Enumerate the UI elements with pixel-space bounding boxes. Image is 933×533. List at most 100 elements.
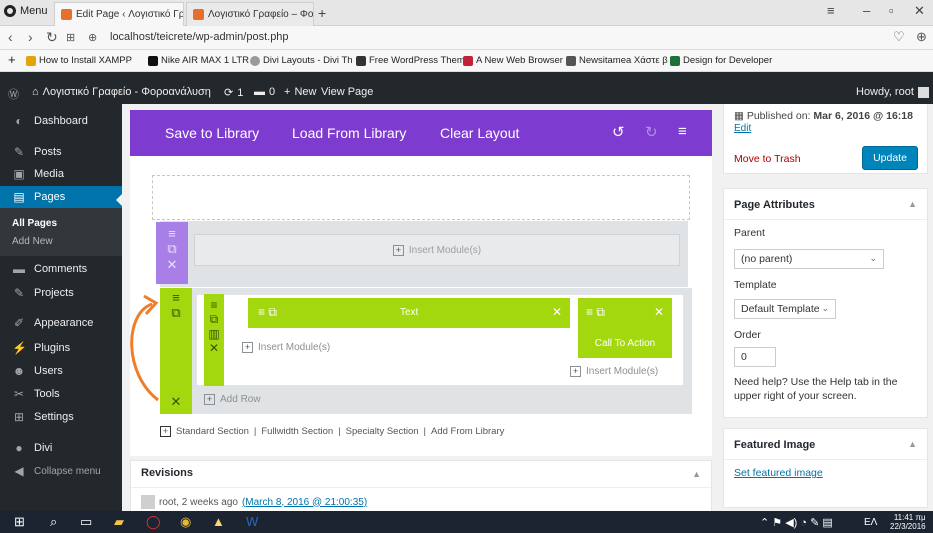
parent-select[interactable]: (no parent) ⌄ <box>734 249 884 269</box>
sidebar-item-dashboard[interactable]: ◐ Dashboard <box>0 110 122 132</box>
collapse-caret-icon[interactable]: ▲ <box>908 439 917 449</box>
window-close-icon[interactable]: ✕ <box>914 3 925 19</box>
sidebar-item-plugins[interactable]: ⚡ Plugins <box>0 337 122 359</box>
bookmark-favicon-icon <box>250 55 260 66</box>
comments-count: 0 <box>269 86 276 98</box>
menu-icon[interactable]: ≡ <box>156 226 188 241</box>
add-from-library-link[interactable]: Add From Library <box>431 426 504 437</box>
delete-icon[interactable]: ✕ <box>204 341 224 355</box>
menu-icon[interactable]: ≡ <box>204 298 224 312</box>
reload-icon[interactable]: ↻ <box>46 29 58 46</box>
sidebar-item-tools[interactable]: ✂ Tools <box>0 383 122 405</box>
sidebar-item-pages[interactable]: ▤ Pages <box>0 186 122 208</box>
order-input[interactable]: 0 <box>734 347 776 367</box>
chrome-icon[interactable]: ◉ <box>180 514 191 530</box>
language-indicator[interactable]: ΕΛ <box>864 517 877 528</box>
text-module[interactable]: ≡ ⧉ Text ✕ <box>248 298 570 328</box>
back-icon[interactable]: ‹ <box>8 29 13 45</box>
revision-link[interactable]: (March 8, 2016 @ 21:00:35) <box>242 497 367 508</box>
word-icon[interactable]: W <box>246 514 258 529</box>
site-name-link[interactable]: ⌂ Λογιστικό Γραφείο - Φοροανάλυση <box>32 86 211 98</box>
bookmark-item[interactable]: A New Web Browser <box>463 55 563 66</box>
browser-menu-button[interactable]: Menu <box>4 5 48 17</box>
sidebar-item-label: Posts <box>34 146 62 158</box>
task-view-icon[interactable]: ▭ <box>80 514 92 530</box>
download-icon[interactable]: ⊕ <box>916 29 927 45</box>
insert-module-button[interactable]: + Insert Module(s) <box>570 366 658 377</box>
sidebar-item-appearance[interactable]: ✐ Appearance <box>0 312 122 334</box>
updates-link[interactable]: ⟳ 1 <box>224 86 243 100</box>
folder-icon[interactable]: ▲ <box>212 514 225 529</box>
move-to-trash-link[interactable]: Move to Trash <box>734 153 801 165</box>
sidebar-item-users[interactable]: ☻ Users <box>0 360 122 382</box>
history-icon[interactable]: ≡ <box>678 123 687 140</box>
sidebar-item-comments[interactable]: ▬ Comments <box>0 258 122 280</box>
specialty-section-link[interactable]: Specialty Section <box>346 426 419 437</box>
update-button[interactable]: Update <box>862 146 918 170</box>
insert-module-button[interactable]: + Insert Module(s) <box>242 342 330 353</box>
redo-icon[interactable]: ↻ <box>645 123 658 141</box>
sidebar-item-label: Collapse menu <box>34 465 101 477</box>
delete-icon[interactable]: ✕ <box>654 305 664 319</box>
maximize-icon[interactable]: ▫ <box>889 3 894 18</box>
undo-icon[interactable]: ↺ <box>612 123 625 141</box>
standard-section-link[interactable]: Standard Section <box>176 426 249 437</box>
save-to-library-button[interactable]: Save to Library <box>165 125 259 141</box>
speed-dial-icon[interactable]: ⊞ <box>66 31 75 44</box>
opera-icon[interactable]: ◯ <box>146 514 161 530</box>
clock[interactable]: 11:41 πμ 22/3/2016 <box>890 513 926 531</box>
minimize-icon[interactable]: – <box>863 3 870 18</box>
sidebar-item-divi[interactable]: ● Divi <box>0 437 122 459</box>
bookmark-item[interactable]: How to Install XAMPP <box>26 55 132 66</box>
search-icon[interactable]: ⌕ <box>50 514 57 530</box>
heart-icon[interactable]: ♡ <box>893 29 905 45</box>
row-settings-bar[interactable]: ≡ ⧉ ▥ ✕ <box>204 294 224 386</box>
call-to-action-module[interactable]: ≡ ⧉ ✕ Call To Action <box>578 298 672 358</box>
delete-icon[interactable]: ✕ <box>552 305 562 319</box>
bookmark-item[interactable]: Divi Layouts - Divi Th <box>250 55 353 66</box>
copy-icon[interactable]: ⧉ <box>156 241 188 257</box>
sidebar-item-posts[interactable]: ✎ Posts <box>0 141 122 163</box>
delete-icon[interactable]: ✕ <box>156 257 188 273</box>
template-select[interactable]: Default Template ⌄ <box>734 299 836 319</box>
bookmark-item[interactable]: Design for Developer <box>670 55 772 66</box>
clear-layout-button[interactable]: Clear Layout <box>440 125 519 141</box>
bookmark-item[interactable]: Free WordPress Them <box>356 55 465 66</box>
sidebar-item-settings[interactable]: ⊞ Settings <box>0 406 122 428</box>
tab-edit-page[interactable]: Edit Page ‹ Λογιστικό Γραφ... ✕ <box>54 2 184 26</box>
set-featured-image-link[interactable]: Set featured image <box>734 467 823 479</box>
system-tray-icons[interactable]: ⌃ ⚑ ◀) ◔ ✎ ▤ <box>760 516 833 529</box>
address-bar[interactable]: localhost/teicrete/wp-admin/post.php <box>104 29 884 47</box>
tab-site-preview[interactable]: Λογιστικό Γραφείο – Φορο... ✕ <box>186 2 314 26</box>
collapse-menu-button[interactable]: ◀ Collapse menu <box>0 460 122 482</box>
view-page-link[interactable]: View Page <box>321 86 373 98</box>
howdy-user-menu[interactable]: Howdy, root <box>856 86 929 98</box>
file-explorer-icon[interactable]: ▰ <box>114 514 124 530</box>
sidebar-subitem-add-new[interactable]: Add New <box>12 236 53 247</box>
edit-date-link[interactable]: Edit <box>734 123 751 134</box>
menu-icon[interactable]: ≡ ⧉ <box>586 305 605 320</box>
new-content-link[interactable]: + New <box>284 86 316 98</box>
fullwidth-section-link[interactable]: Fullwidth Section <box>261 426 333 437</box>
load-from-library-button[interactable]: Load From Library <box>292 125 406 141</box>
chevron-down-icon: ⌄ <box>821 303 829 313</box>
windows-start-icon[interactable]: ⊞ <box>14 514 25 530</box>
collapse-caret-icon[interactable]: ▲ <box>908 199 917 209</box>
add-row-button[interactable]: + Add Row <box>204 394 261 405</box>
columns-icon[interactable]: ▥ <box>204 327 224 341</box>
bookmark-item[interactable]: Nike AIR MAX 1 LTR <box>148 55 249 66</box>
sidebar-item-projects[interactable]: ✎ Projects <box>0 282 122 304</box>
comments-link[interactable]: ▬ 0 <box>254 86 275 98</box>
forward-icon[interactable]: › <box>28 29 33 45</box>
wordpress-logo-icon[interactable]: Ⓦ <box>8 86 19 102</box>
sidebar-subitem-all-pages[interactable]: All Pages <box>12 218 57 229</box>
copy-icon[interactable]: ⧉ <box>204 312 224 327</box>
new-tab-icon[interactable]: + <box>318 5 326 21</box>
bookmark-item[interactable]: Newsitamea Χάστε β <box>566 55 668 66</box>
sidebar-item-media[interactable]: ▣ Media <box>0 163 122 185</box>
insert-module-button[interactable]: + Insert Module(s) <box>194 234 680 266</box>
menu-icon[interactable]: ≡ ⧉ <box>258 305 277 320</box>
add-bookmark-icon[interactable]: + <box>8 52 16 67</box>
tab-menu-icon[interactable]: ≡ <box>827 3 835 18</box>
collapse-caret-icon[interactable]: ▲ <box>692 469 701 479</box>
